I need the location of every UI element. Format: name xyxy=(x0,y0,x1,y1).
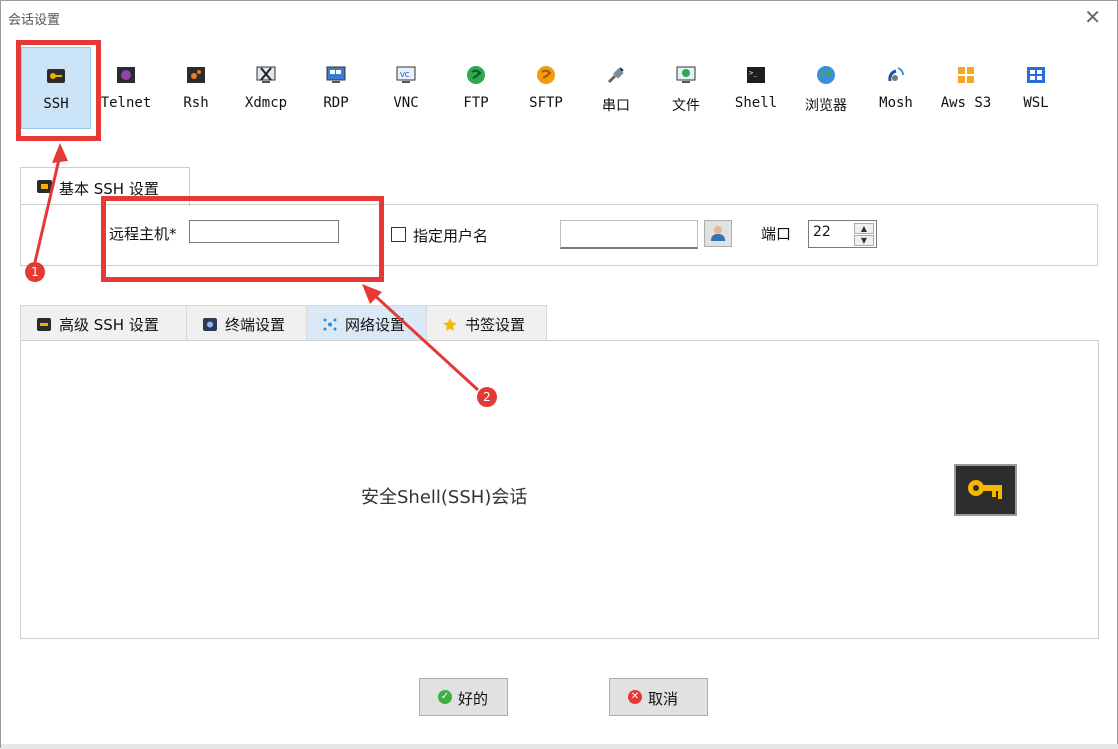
session-type-label: Mosh xyxy=(879,95,913,111)
tab-label: 书签设置 xyxy=(465,316,526,334)
annotation-highlight-ssh xyxy=(16,40,101,141)
port-value[interactable]: 22 xyxy=(813,224,831,240)
session-type-mosh[interactable]: Mosh xyxy=(861,47,931,129)
check-icon: ✓ xyxy=(438,690,452,704)
session-type-label: 串口 xyxy=(602,98,630,114)
shell-icon: >_ xyxy=(746,65,766,85)
session-type-shell[interactable]: >_ Shell xyxy=(721,47,791,129)
specify-username-checkbox[interactable] xyxy=(391,227,406,242)
ok-label: 好的 xyxy=(458,690,489,708)
cancel-button[interactable]: ✕ 取消 xyxy=(609,678,708,716)
cancel-label: 取消 xyxy=(648,690,679,708)
sftp-icon xyxy=(536,65,556,85)
user-picker-button[interactable] xyxy=(704,220,732,247)
key-icon xyxy=(37,317,51,331)
mosh-icon xyxy=(886,65,906,85)
xdmcp-icon xyxy=(256,65,276,85)
tab-content-panel xyxy=(20,340,1099,639)
session-type-label: SFTP xyxy=(529,95,563,111)
network-icon xyxy=(323,317,337,331)
session-type-label: Shell xyxy=(734,95,778,111)
session-type-vnc[interactable]: VC VNC xyxy=(371,47,441,129)
port-label: 端口 xyxy=(761,225,792,243)
tab-terminal[interactable]: 终端设置 xyxy=(186,305,307,341)
session-type-xdmcp[interactable]: Xdmcp xyxy=(231,47,301,129)
annotation-highlight-remote-host xyxy=(101,196,384,282)
session-type-label: 文件 xyxy=(672,98,700,114)
key-icon xyxy=(37,180,52,193)
title-bar: 会话设置 ✕ xyxy=(1,1,1117,33)
cancel-icon: ✕ xyxy=(628,690,642,704)
file-icon xyxy=(676,65,696,85)
window-title: 会话设置 xyxy=(8,13,61,28)
port-spinner[interactable]: 22 ▲ ▼ xyxy=(808,220,877,248)
session-type-wsl[interactable]: WSL xyxy=(1001,47,1071,129)
session-type-telnet[interactable]: Telnet xyxy=(91,47,161,129)
username-field[interactable] xyxy=(560,220,698,249)
tab-bookmark[interactable]: 书签设置 xyxy=(426,305,547,341)
session-type-file[interactable]: 文件 xyxy=(651,47,721,129)
tab-label: 网络设置 xyxy=(345,316,406,334)
session-type-label: FTP xyxy=(463,95,489,111)
session-type-rsh[interactable]: Rsh xyxy=(161,47,231,129)
browser-icon xyxy=(816,65,836,85)
ftp-icon xyxy=(466,65,486,85)
vnc-icon: VC xyxy=(396,65,416,85)
session-settings-window: 会话设置 ✕ SSH Telnet Rsh Xdmcp RDP VC VNC F… xyxy=(0,0,1118,749)
rsh-icon xyxy=(186,65,206,85)
key-icon xyxy=(954,464,1017,516)
session-type-rdp[interactable]: RDP xyxy=(301,47,371,129)
session-type-label: 浏览器 xyxy=(805,98,847,114)
tab-network[interactable]: 网络设置 xyxy=(306,305,427,341)
spin-up-icon[interactable]: ▲ xyxy=(854,223,874,234)
telnet-icon xyxy=(116,65,136,85)
specify-username-label[interactable]: 指定用户名 xyxy=(413,225,488,246)
ok-button[interactable]: ✓ 好的 xyxy=(419,678,508,716)
session-type-label: Telnet xyxy=(100,95,152,111)
close-icon[interactable]: ✕ xyxy=(1084,5,1101,29)
annotation-marker-1: 1 xyxy=(25,262,45,282)
wsl-icon xyxy=(1026,65,1046,85)
terminal-icon xyxy=(203,317,217,331)
serial-icon xyxy=(606,65,626,85)
session-type-label: RDP xyxy=(323,95,349,111)
star-icon xyxy=(443,317,457,331)
tab-advanced-ssh[interactable]: 高级 SSH 设置 xyxy=(20,305,187,341)
rdp-icon xyxy=(326,65,346,85)
tab-label: 高级 SSH 设置 xyxy=(59,316,159,334)
aws-s3-icon xyxy=(956,65,976,85)
svg-text:>_: >_ xyxy=(749,69,758,77)
session-type-label: Aws S3 xyxy=(940,95,992,111)
svg-text:VC: VC xyxy=(400,71,410,79)
session-type-serial[interactable]: 串口 xyxy=(581,47,651,129)
session-description: 安全Shell(SSH)会话 xyxy=(361,487,528,508)
session-type-ftp[interactable]: FTP xyxy=(441,47,511,129)
session-type-sftp[interactable]: SFTP xyxy=(511,47,581,129)
session-type-label: Xdmcp xyxy=(244,95,288,111)
session-type-label: Rsh xyxy=(183,95,209,111)
annotation-marker-2: 2 xyxy=(477,387,497,407)
session-type-label: VNC xyxy=(393,95,419,111)
spin-down-icon[interactable]: ▼ xyxy=(854,235,874,246)
bottom-edge xyxy=(1,744,1118,749)
session-type-label: WSL xyxy=(1023,95,1049,111)
session-type-aws-s3[interactable]: Aws S3 xyxy=(931,47,1001,129)
tab-label: 终端设置 xyxy=(225,316,286,334)
session-type-browser[interactable]: 浏览器 xyxy=(791,47,861,129)
